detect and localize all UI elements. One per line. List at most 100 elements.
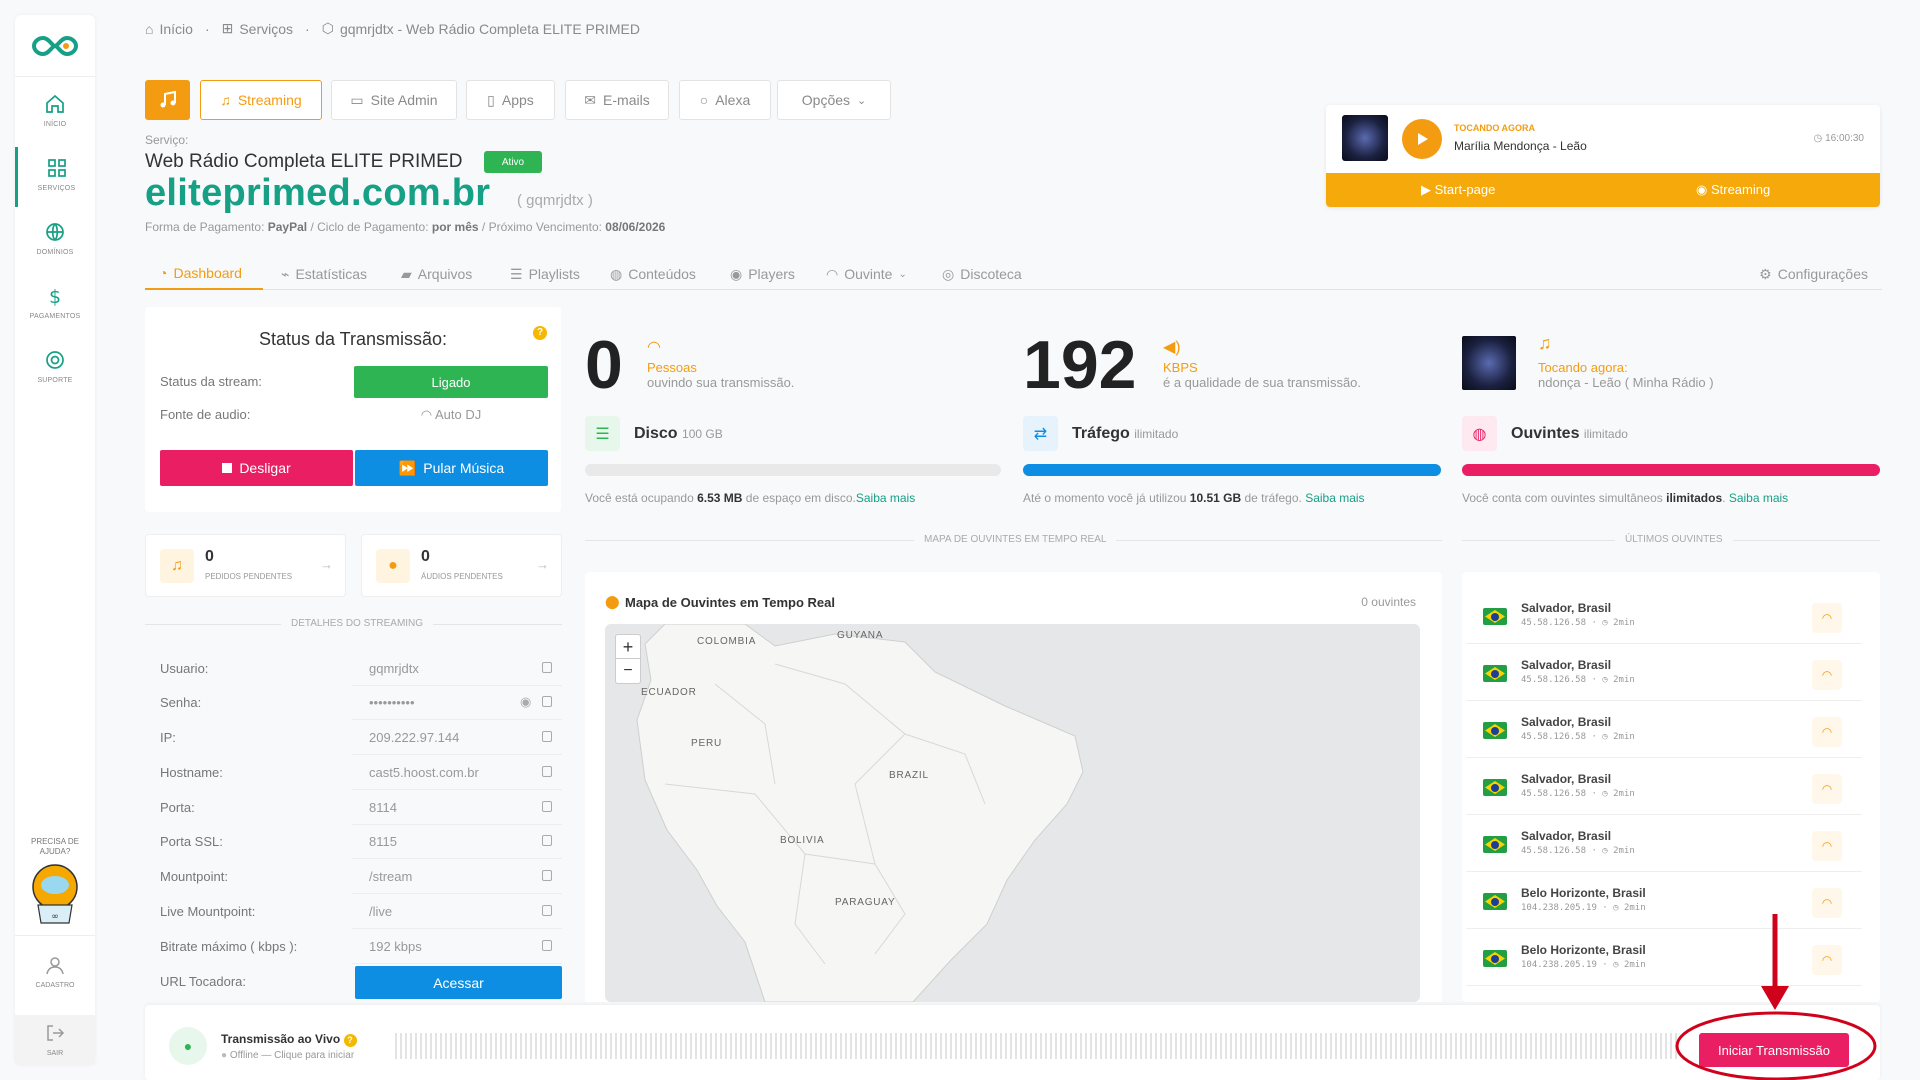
sidebar-item-suporte[interactable]: SUPORTE — [15, 339, 95, 399]
pending-audios-card[interactable]: ● 0 ÁUDIOS PENDENTES → — [361, 534, 562, 597]
map-section-title: MAPA DE OUVINTES EM TEMPO REAL — [914, 534, 1117, 545]
player-time: ◷ 16:00:30 — [1814, 133, 1864, 144]
music-note-icon: ♫ — [160, 549, 194, 583]
start-page-link[interactable]: ▶ Start-page — [1421, 182, 1495, 198]
help-icon[interactable]: ? — [533, 326, 547, 340]
tab-label: Arquivos — [417, 266, 473, 282]
zoom-in-button[interactable]: + — [616, 635, 640, 659]
billing-info: Forma de Pagamento: PayPal / Ciclo de Pa… — [145, 220, 665, 234]
copy-icon[interactable] — [542, 870, 552, 881]
listeners-map[interactable]: + − COLOMBIA GUYANA ECUADOR PERU BRAZIL … — [605, 624, 1420, 1002]
traffic-text: de tráfego. — [1241, 491, 1306, 505]
service-name: Web Rádio Completa ELITE PRIMED — [145, 151, 463, 172]
volume-icon: ◀) — [1163, 339, 1181, 356]
alexa-button[interactable]: ○ Alexa — [679, 80, 771, 120]
help-icon[interactable]: ? — [343, 1034, 357, 1047]
cadastro-button[interactable]: CADASTRO — [15, 955, 95, 989]
listener-details-button[interactable]: ◠ — [1812, 717, 1842, 747]
sidebar-item-servicos[interactable]: SERVIÇOS — [15, 147, 95, 207]
traffic-saiba-mais-link[interactable]: Saiba mais — [1305, 491, 1364, 505]
breadcrumb-separator: · — [305, 20, 310, 37]
map-listeners-count: 0 ouvintes — [1361, 595, 1416, 609]
microphone-button[interactable]: ● — [169, 1027, 207, 1065]
disk-icon-tile: ☰ — [585, 416, 620, 451]
detail-value: 209.222.97.144 — [369, 730, 460, 745]
headphones-icon: ◠ — [826, 265, 839, 282]
copy-icon[interactable] — [542, 801, 552, 812]
tab-dashboard[interactable]: ◔ Dashboard — [145, 258, 263, 290]
copy-icon[interactable] — [542, 662, 552, 673]
listener-details-button[interactable]: ◠ — [1812, 603, 1842, 633]
breadcrumb-separator: · — [204, 20, 210, 37]
skip-song-button[interactable]: ⏩ Pular Música — [355, 450, 548, 486]
ouvintes-saiba-mais-link[interactable]: Saiba mais — [1729, 491, 1788, 505]
play-button[interactable] — [1402, 119, 1442, 159]
alexa-icon: ○ — [699, 92, 709, 108]
chevron-down-icon: ⌄ — [857, 94, 867, 107]
tab-discoteca[interactable]: ◎ Discoteca — [942, 258, 1022, 290]
chevron-down-icon: ⌄ — [898, 268, 907, 280]
listeners-label: Pessoas — [647, 360, 697, 375]
listener-details-button[interactable]: ◠ — [1812, 831, 1842, 861]
disk-saiba-mais-link[interactable]: Saiba mais — [856, 491, 915, 505]
tab-label: Dashboard — [173, 265, 242, 281]
pending-requests-card[interactable]: ♫ 0 PEDIDOS PENDENTES → — [145, 534, 346, 597]
apps-button[interactable]: ▯ Apps — [466, 80, 555, 120]
site-admin-button[interactable]: ▭ Site Admin — [331, 80, 457, 120]
clock-icon: ◷ — [1602, 675, 1608, 685]
cube-icon: ⬡ — [321, 20, 334, 36]
sidebar-item-inicio[interactable]: INÍCIO — [15, 83, 95, 143]
service-domain[interactable]: eliteprimed.com.br — [145, 172, 490, 215]
listener-ip: 45.58.126.58 — [1521, 732, 1587, 742]
south-america-map — [636, 624, 1084, 1002]
player-footer: ▶ Start-page ◉ Streaming — [1326, 173, 1880, 207]
zoom-out-button[interactable]: − — [616, 659, 640, 683]
breadcrumb-home[interactable]: Início — [159, 21, 192, 37]
brand-logo[interactable] — [30, 31, 80, 61]
tab-configuracoes[interactable]: ⚙ Configurações — [1759, 258, 1868, 290]
tab-conteudos[interactable]: ◍ Conteúdos — [610, 258, 696, 290]
sidebar-item-pagamentos[interactable]: $ PAGAMENTOS — [15, 275, 95, 335]
detail-value: •••••••••• — [369, 695, 415, 710]
breadcrumb-services[interactable]: Serviços — [239, 21, 293, 37]
arrow-right-icon: → — [536, 557, 549, 572]
logout-button[interactable]: SAIR — [15, 1015, 95, 1065]
listener-details-button[interactable]: ◠ — [1812, 660, 1842, 690]
desligar-button[interactable]: Desligar — [160, 450, 353, 486]
copy-icon[interactable] — [542, 905, 552, 916]
tab-players[interactable]: ◉ Players — [730, 258, 795, 290]
sidebar-item-dominios[interactable]: DOMÍNIOS — [15, 211, 95, 271]
opcoes-dropdown[interactable]: Opções ⌄ — [777, 80, 891, 120]
kbps-sub: é a qualidade de sua transmissão. — [1163, 375, 1362, 390]
acessar-button[interactable]: Acessar — [355, 966, 562, 999]
last-listeners-title: ÚLTIMOS OUVINTES — [1615, 534, 1733, 545]
streaming-button[interactable]: ♫ Streaming — [200, 80, 322, 120]
dashboard-icon: ◔ — [159, 265, 168, 281]
detail-value: 192 kbps — [369, 939, 422, 954]
row-divider — [352, 824, 562, 825]
map-label: PARAGUAY — [835, 897, 896, 908]
tab-ouvinte[interactable]: ◠ Ouvinte ⌄ — [826, 258, 907, 290]
music-tile[interactable] — [145, 80, 190, 120]
copy-icon[interactable] — [542, 766, 552, 777]
copy-icon[interactable] — [542, 696, 552, 707]
copy-icon[interactable] — [542, 731, 552, 742]
listener-details-button[interactable]: ◠ — [1812, 774, 1842, 804]
tab-arquivos[interactable]: ▰ Arquivos — [401, 258, 472, 290]
eye-icon[interactable]: ◉ — [520, 694, 531, 710]
tab-estatisticas[interactable]: ⌁ Estatísticas — [281, 258, 367, 290]
emails-button[interactable]: ✉ E-mails — [565, 80, 669, 120]
map-pin-icon: ⬤ — [605, 594, 620, 609]
listener-ip: 45.58.126.58 — [1521, 846, 1587, 856]
tab-playlists[interactable]: ☰ Playlists — [510, 258, 580, 290]
copy-icon[interactable] — [542, 835, 552, 846]
mascot-illustration[interactable]: ∞ — [28, 863, 82, 927]
streaming-link[interactable]: ◉ Streaming — [1696, 182, 1770, 198]
traffic-info: Até o momento você já utilizou 10.51 GB … — [1023, 491, 1365, 505]
copy-icon[interactable] — [542, 940, 552, 951]
skip-song-label: Pular Música — [423, 460, 505, 476]
url-label: URL Tocadora: — [160, 974, 246, 989]
now-playing-track: Marília Mendonça - Leão — [1454, 139, 1587, 153]
brazil-flag-icon — [1483, 722, 1507, 739]
tab-label: Players — [748, 266, 795, 282]
